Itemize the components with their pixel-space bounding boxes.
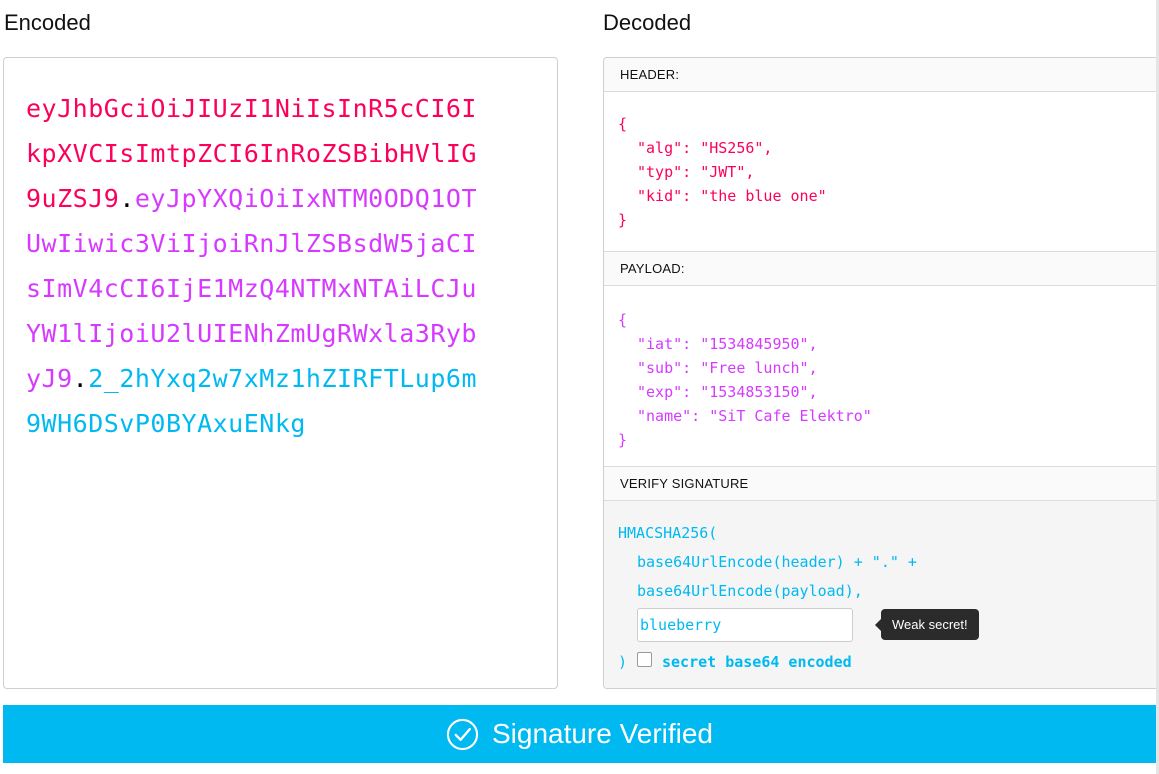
check-circle-icon: [446, 718, 479, 750]
decoded-title: Decoded: [603, 10, 692, 35]
hmac-function-open: HMACSHA256(: [618, 524, 718, 542]
header-section-label: HEADER:: [604, 58, 1159, 92]
json-line: "typ": "JWT",: [637, 163, 755, 181]
hmac-arg-payload: base64UrlEncode(payload),: [637, 582, 863, 600]
secret-input[interactable]: [637, 608, 853, 642]
weak-secret-tooltip: Weak secret!: [875, 609, 979, 640]
encoded-token-editor[interactable]: eyJhbGciOiJIUzI1NiIsInR5cCI6IkpXVCIsImtp…: [3, 57, 558, 689]
signature-verified-banner: Signature Verified: [3, 705, 1156, 763]
decoded-panel: HEADER: { "alg": "HS256", "typ": "JWT", …: [603, 57, 1159, 689]
json-line: "sub": "Free lunch",: [637, 359, 818, 377]
encoded-token-text[interactable]: eyJhbGciOiJIUzI1NiIsInR5cCI6IkpXVCIsImtp…: [26, 86, 486, 446]
json-line: "iat": "1534845950",: [637, 335, 818, 353]
json-line: }: [618, 211, 628, 229]
payload-section-label: PAYLOAD:: [604, 252, 1159, 286]
base64-option-row: ) secret base64 encoded: [618, 650, 1159, 674]
verify-signature-body: HMACSHA256( base64UrlEncode(header) + ".…: [604, 501, 1159, 688]
hmac-arg-header: base64UrlEncode(header) + "." +: [637, 553, 917, 571]
encoded-separator-dot: .: [72, 364, 89, 393]
secret-base64-checkbox[interactable]: [637, 651, 652, 667]
json-line: "exp": "1534853150",: [637, 383, 818, 401]
header-json-editor[interactable]: { "alg": "HS256", "typ": "JWT", "kid": "…: [604, 92, 1159, 252]
secret-row: Weak secret!: [618, 608, 1159, 644]
hmac-function-close: ): [618, 653, 628, 671]
signature-status-label: Signature Verified: [491, 718, 714, 749]
encoded-separator-dot: .: [119, 184, 135, 213]
secret-base64-label[interactable]: secret base64 encoded: [662, 650, 852, 674]
verify-signature-label: VERIFY SIGNATURE: [604, 467, 1159, 501]
payload-json-editor[interactable]: { "iat": "1534845950", "sub": "Free lunc…: [604, 286, 1159, 467]
encoded-title: Encoded: [4, 10, 91, 35]
json-line: {: [618, 311, 628, 329]
json-line: "alg": "HS256",: [637, 139, 773, 157]
json-line: "name": "SiT Cafe Elektro": [637, 407, 872, 425]
json-line: }: [618, 431, 628, 449]
json-line: {: [618, 115, 628, 133]
encoded-payload-segment: eyJpYXQiOiIxNTM0ODQ1OTUwIiwic3ViIjoiRnJl…: [26, 184, 478, 393]
encoded-signature-segment: 2_2hYxq2w7xMz1hZIRFTLup6m9WH6DSvP0BYAxuE…: [26, 364, 478, 438]
json-line: "kid": "the blue one": [637, 187, 827, 205]
